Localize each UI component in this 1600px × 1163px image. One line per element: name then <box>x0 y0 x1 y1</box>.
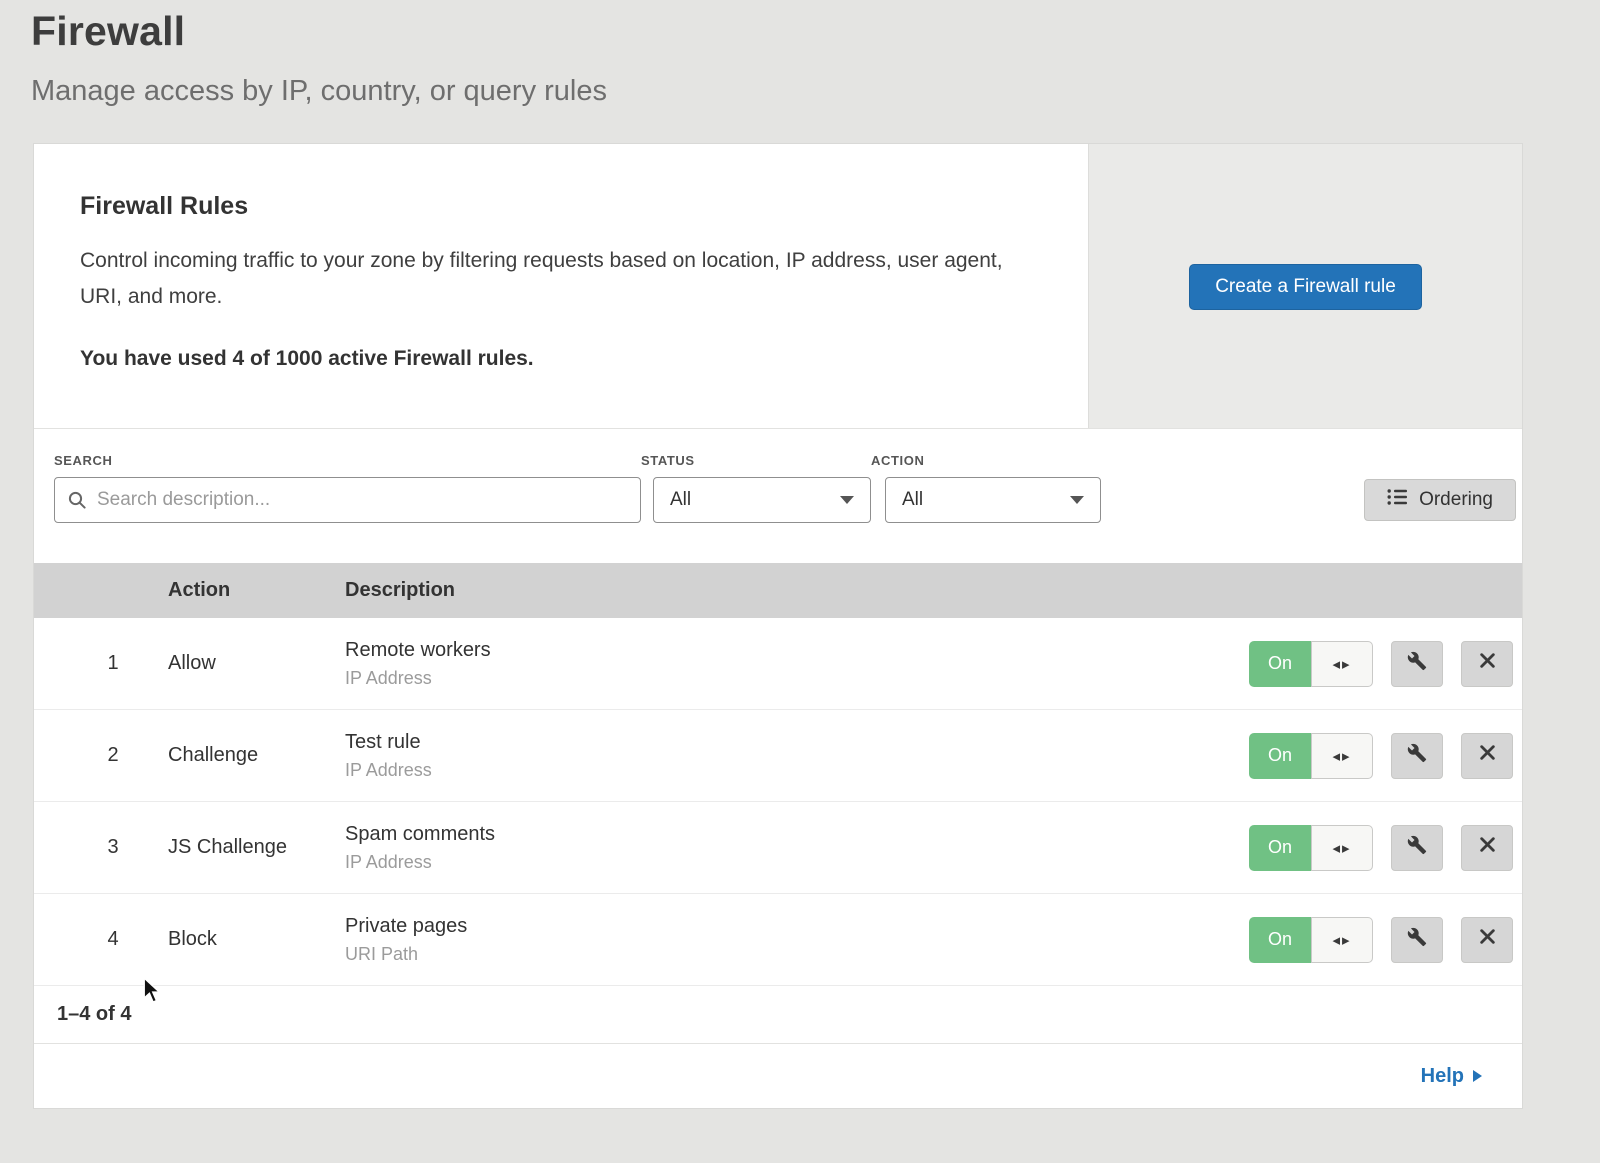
search-label: SEARCH <box>54 453 641 468</box>
firewall-rules-card: Firewall Rules Control incoming traffic … <box>33 143 1523 1109</box>
delete-rule-button[interactable] <box>1461 641 1513 687</box>
close-icon <box>1479 928 1496 951</box>
rule-description-cell: Remote workers IP Address <box>345 639 1249 689</box>
edit-rule-button[interactable] <box>1391 641 1443 687</box>
table-row: 4 Block Private pages URI Path On ◂▸ <box>34 894 1522 986</box>
rule-match-field: IP Address <box>345 852 1249 873</box>
wrench-icon <box>1407 651 1427 677</box>
status-label: STATUS <box>641 453 871 468</box>
create-firewall-rule-button[interactable]: Create a Firewall rule <box>1189 264 1422 310</box>
rule-description: Spam comments <box>345 823 1249 846</box>
toggle-on-button[interactable]: On <box>1249 917 1311 963</box>
arrow-right-icon <box>1473 1070 1482 1082</box>
rule-priority: 4 <box>34 928 168 951</box>
table-header: Action Description <box>34 563 1522 618</box>
wrench-icon <box>1407 835 1427 861</box>
toggle-on-button[interactable]: On <box>1249 641 1311 687</box>
edit-rule-button[interactable] <box>1391 733 1443 779</box>
pagination-row: 1–4 of 4 <box>34 986 1522 1044</box>
rule-action: Challenge <box>168 744 345 767</box>
search-icon <box>67 490 87 510</box>
rules-info-description: Control incoming traffic to your zone by… <box>80 243 1018 315</box>
toggle-handle[interactable]: ◂▸ <box>1311 733 1373 779</box>
rules-info: Firewall Rules Control incoming traffic … <box>34 144 1088 428</box>
help-link[interactable]: Help <box>1421 1065 1482 1088</box>
action-select-value: All <box>902 489 923 511</box>
ordering-list-icon <box>1387 488 1407 512</box>
table-row: 1 Allow Remote workers IP Address On ◂▸ <box>34 618 1522 710</box>
rule-toggle: On ◂▸ <box>1249 641 1373 687</box>
ordering-button[interactable]: Ordering <box>1364 479 1516 521</box>
rule-action: JS Challenge <box>168 836 345 859</box>
rule-priority: 3 <box>34 836 168 859</box>
description-column-header: Description <box>345 579 1522 602</box>
toggle-handle[interactable]: ◂▸ <box>1311 825 1373 871</box>
page-subtitle: Manage access by IP, country, or query r… <box>31 75 1600 108</box>
rule-controls: On ◂▸ <box>1249 917 1522 963</box>
table-row: 3 JS Challenge Spam comments IP Address … <box>34 802 1522 894</box>
rule-toggle: On ◂▸ <box>1249 733 1373 779</box>
action-label: ACTION <box>871 453 1101 468</box>
search-filter-group: SEARCH <box>54 453 641 523</box>
rule-priority: 1 <box>34 652 168 675</box>
delete-rule-button[interactable] <box>1461 733 1513 779</box>
rule-match-field: IP Address <box>345 668 1249 689</box>
action-filter-group: ACTION All <box>871 453 1101 523</box>
chevron-down-icon <box>840 496 854 504</box>
pagination-label: 1–4 of 4 <box>57 1003 131 1026</box>
search-input[interactable] <box>54 477 641 523</box>
page-title: Firewall <box>31 8 1600 55</box>
wrench-icon <box>1407 927 1427 953</box>
toggle-handle[interactable]: ◂▸ <box>1311 917 1373 963</box>
close-icon <box>1479 744 1496 767</box>
action-select[interactable]: All <box>885 477 1101 523</box>
help-row: Help <box>34 1044 1522 1108</box>
close-icon <box>1479 836 1496 859</box>
delete-rule-button[interactable] <box>1461 917 1513 963</box>
rule-toggle: On ◂▸ <box>1249 825 1373 871</box>
rule-controls: On ◂▸ <box>1249 825 1522 871</box>
rule-controls: On ◂▸ <box>1249 641 1522 687</box>
create-rule-panel: Create a Firewall rule <box>1088 144 1522 428</box>
rule-description: Private pages <box>345 915 1249 938</box>
search-field-wrap <box>54 477 641 523</box>
delete-rule-button[interactable] <box>1461 825 1513 871</box>
status-filter-group: STATUS All <box>641 453 871 523</box>
ordering-button-label: Ordering <box>1419 489 1493 511</box>
toggle-on-button[interactable]: On <box>1249 733 1311 779</box>
rules-usage-note: You have used 4 of 1000 active Firewall … <box>80 347 1018 371</box>
toggle-handle[interactable]: ◂▸ <box>1311 641 1373 687</box>
close-icon <box>1479 652 1496 675</box>
status-select[interactable]: All <box>653 477 871 523</box>
rules-info-title: Firewall Rules <box>80 192 1018 221</box>
rule-description-cell: Spam comments IP Address <box>345 823 1249 873</box>
rule-description: Remote workers <box>345 639 1249 662</box>
toggle-on-button[interactable]: On <box>1249 825 1311 871</box>
rule-match-field: URI Path <box>345 944 1249 965</box>
filter-bar: SEARCH STATUS All ACTION All <box>34 429 1522 563</box>
rule-action: Block <box>168 928 345 951</box>
page-header: Firewall Manage access by IP, country, o… <box>0 0 1600 108</box>
rule-action: Allow <box>168 652 345 675</box>
edit-rule-button[interactable] <box>1391 825 1443 871</box>
table-row: 2 Challenge Test rule IP Address On ◂▸ <box>34 710 1522 802</box>
action-column-header: Action <box>168 579 345 602</box>
edit-rule-button[interactable] <box>1391 917 1443 963</box>
wrench-icon <box>1407 743 1427 769</box>
rule-description: Test rule <box>345 731 1249 754</box>
rules-info-section: Firewall Rules Control incoming traffic … <box>34 144 1522 429</box>
rule-description-cell: Test rule IP Address <box>345 731 1249 781</box>
rule-controls: On ◂▸ <box>1249 733 1522 779</box>
help-link-label: Help <box>1421 1065 1464 1088</box>
rule-priority: 2 <box>34 744 168 767</box>
firewall-page: Firewall Manage access by IP, country, o… <box>0 0 1600 1163</box>
rule-description-cell: Private pages URI Path <box>345 915 1249 965</box>
chevron-down-icon <box>1070 496 1084 504</box>
rule-match-field: IP Address <box>345 760 1249 781</box>
rule-toggle: On ◂▸ <box>1249 917 1373 963</box>
status-select-value: All <box>670 489 691 511</box>
